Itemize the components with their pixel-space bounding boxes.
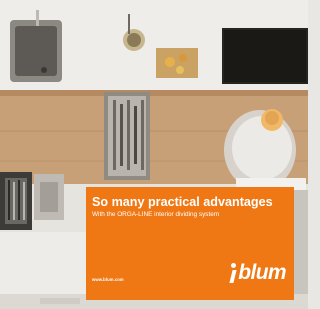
headline: So many practical advantages [92,195,273,209]
cutting-board [156,48,198,78]
sink [10,10,62,82]
blum-logo: blum [229,259,287,284]
website-link[interactable]: www.blum.com [92,277,124,282]
brochure-cover: So many practical advantages With the OR… [0,0,308,309]
subheadline: With the ORGA-LINE interior dividing sys… [92,211,220,218]
logo-mark-icon [229,262,237,283]
promo-panel: So many practical advantages With the OR… [86,187,294,300]
drawer-organizer [104,92,150,180]
brand-wordmark: blum [238,261,286,284]
